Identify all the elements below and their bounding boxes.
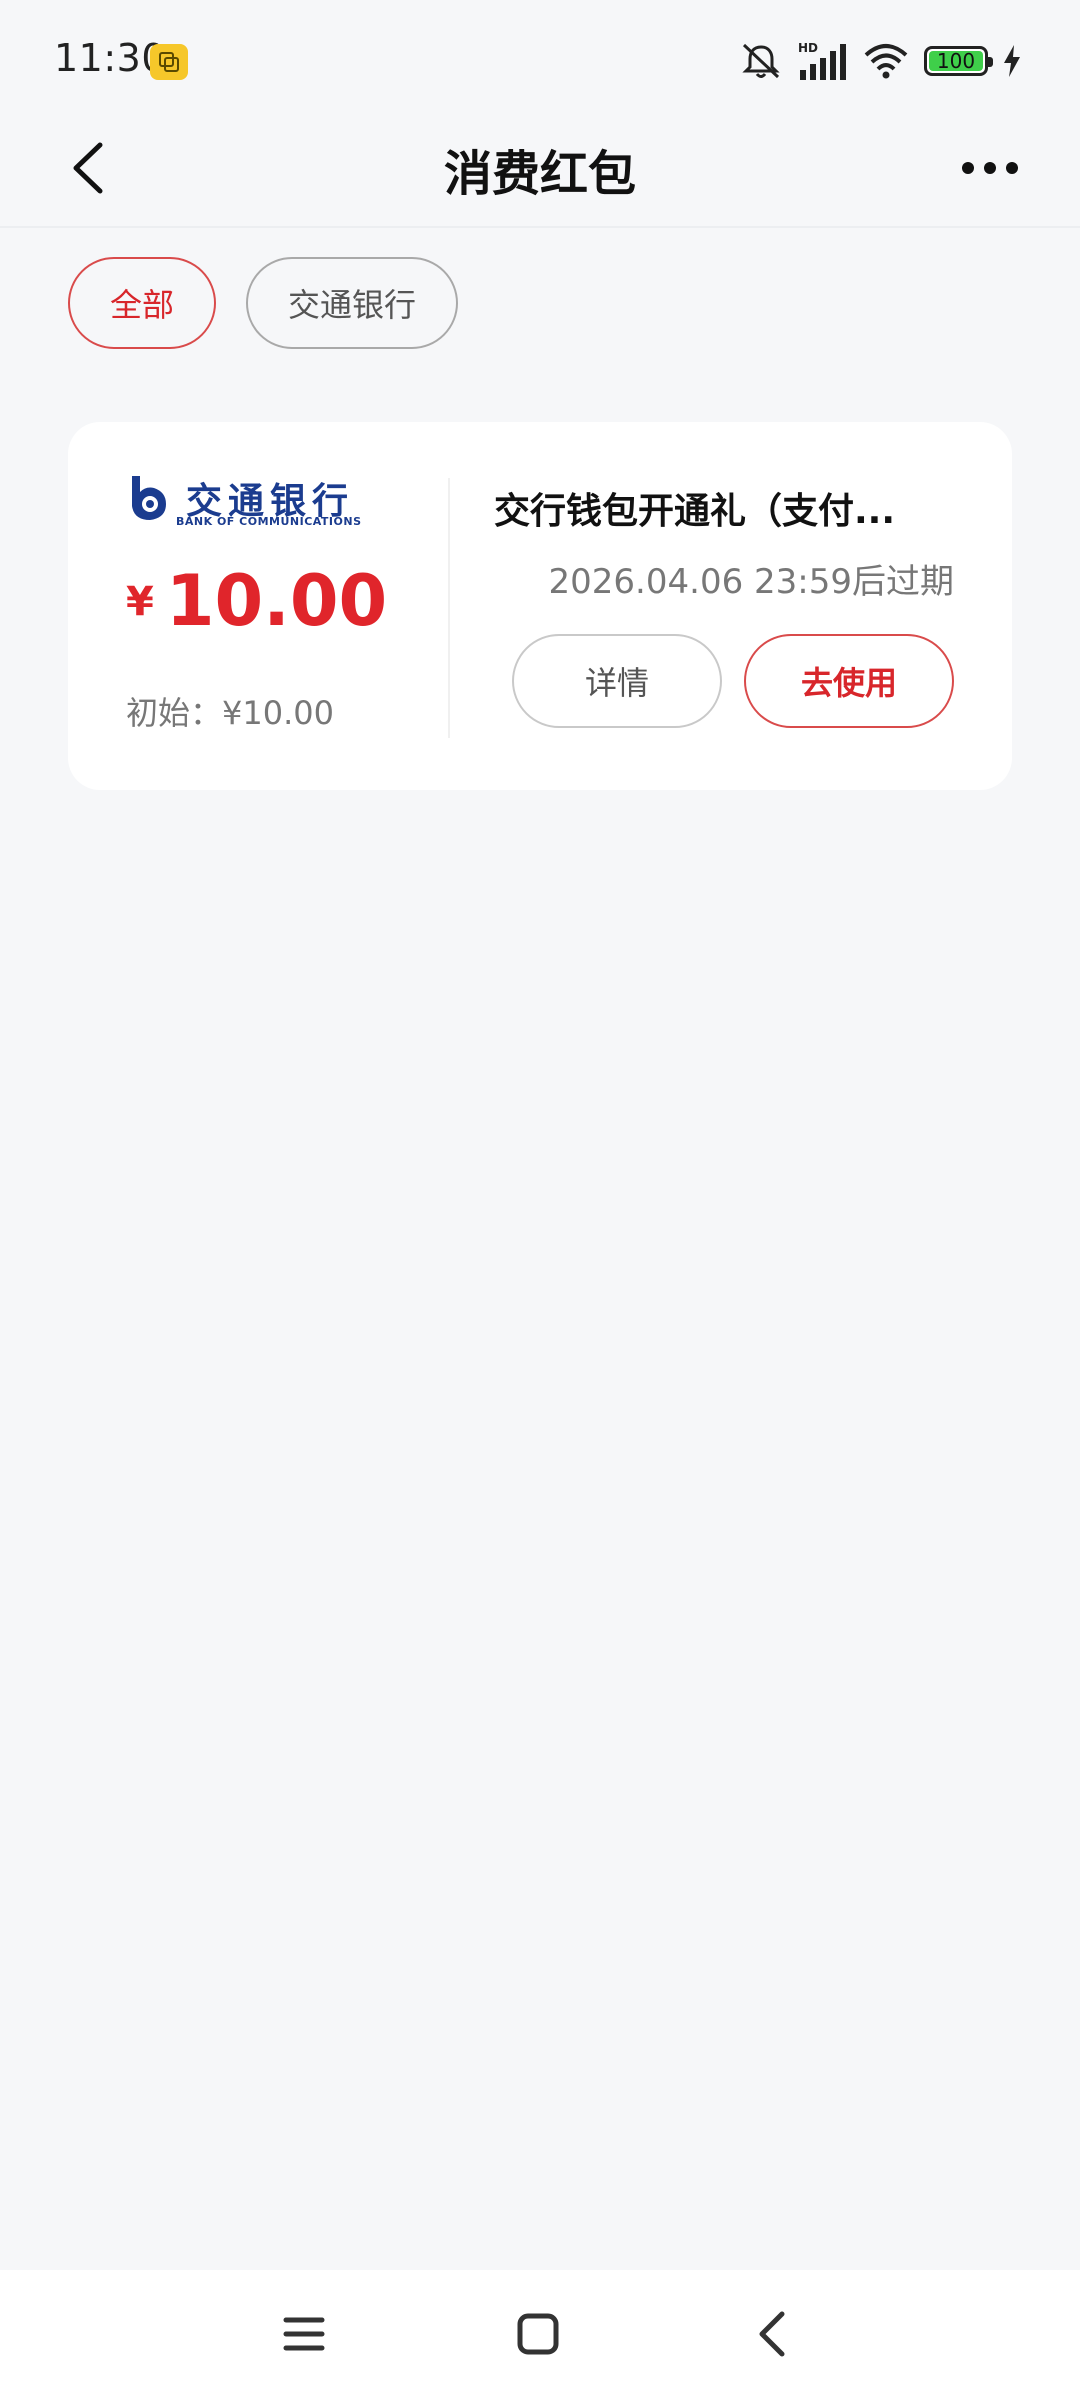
menu-icon[interactable] bbox=[282, 2314, 326, 2354]
coupon-amount: ¥10.00 bbox=[126, 560, 387, 642]
hd-signal-icon: HD bbox=[798, 41, 846, 80]
amount-value: 10.00 bbox=[165, 560, 388, 642]
header: 消费红包 bbox=[0, 110, 1080, 228]
bank-logo-name-en: BANK OF COMMUNICATIONS bbox=[176, 515, 362, 528]
system-nav-bar bbox=[0, 2270, 1080, 2400]
wifi-icon bbox=[864, 44, 908, 79]
status-icons: HD 100 bbox=[738, 38, 1022, 84]
bank-logo-mark-icon bbox=[132, 476, 166, 520]
svg-text:HD: HD bbox=[798, 41, 818, 55]
mute-icon bbox=[742, 43, 780, 79]
status-bar: 11:30 HD 100 bbox=[0, 0, 1080, 110]
charging-icon bbox=[1004, 45, 1020, 77]
page-title: 消费红包 bbox=[443, 146, 636, 202]
card-divider bbox=[448, 478, 450, 738]
coupon-title: 交行钱包开通礼（支付... bbox=[494, 491, 896, 532]
home-icon[interactable] bbox=[516, 2312, 560, 2356]
currency-symbol: ¥ bbox=[126, 579, 154, 625]
detail-button[interactable]: 详情 bbox=[512, 634, 722, 728]
initial-amount: 初始：¥10.00 bbox=[126, 694, 334, 732]
more-button[interactable] bbox=[950, 138, 1030, 198]
back-icon[interactable] bbox=[756, 2310, 788, 2358]
coupon-card[interactable]: 交通银行 BANK OF COMMUNICATIONS ¥10.00 初始：¥1… bbox=[68, 422, 1012, 790]
filter-row: 全部 交通银行 bbox=[68, 257, 458, 349]
bank-logo: 交通银行 BANK OF COMMUNICATIONS bbox=[126, 474, 376, 530]
battery-icon: 100 bbox=[924, 46, 993, 76]
battery-level: 100 bbox=[936, 49, 976, 73]
coupon-expiry: 2026.04.06 23:59后过期 bbox=[548, 562, 954, 602]
filter-chip-all[interactable]: 全部 bbox=[68, 257, 216, 349]
use-button[interactable]: 去使用 bbox=[744, 634, 954, 728]
more-dots-icon bbox=[962, 162, 1018, 174]
app-notification-icon bbox=[150, 44, 188, 80]
filter-chip-bocom[interactable]: 交通银行 bbox=[246, 257, 458, 349]
